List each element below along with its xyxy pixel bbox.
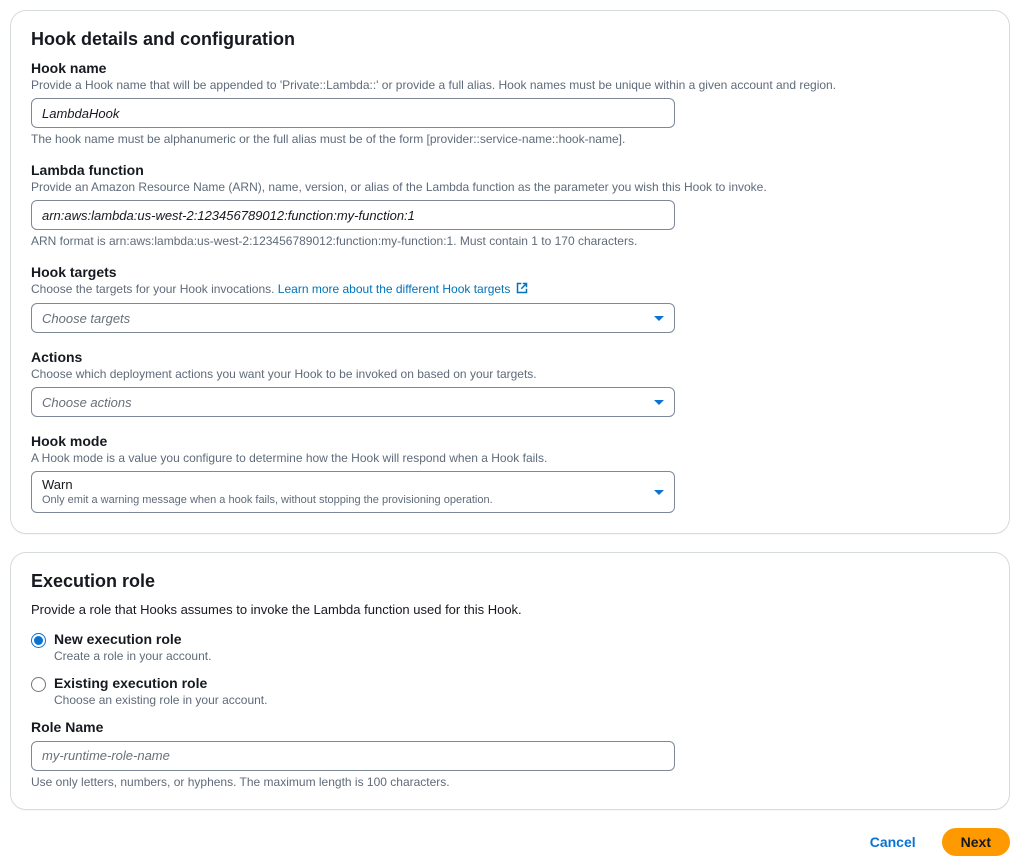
lambda-function-desc: Provide an Amazon Resource Name (ARN), n… (31, 180, 989, 194)
chevron-down-icon (654, 316, 664, 321)
hook-mode-desc: A Hook mode is a value you configure to … (31, 451, 989, 465)
panel2-desc: Provide a role that Hooks assumes to inv… (31, 602, 989, 617)
role-name-input[interactable] (31, 741, 675, 771)
hook-targets-link-text: Learn more about the different Hook targ… (278, 282, 511, 296)
hook-mode-selected: Warn (42, 477, 646, 493)
cancel-button[interactable]: Cancel (854, 828, 932, 856)
actions-placeholder: Choose actions (42, 395, 132, 410)
hook-targets-learn-more-link[interactable]: Learn more about the different Hook targ… (278, 282, 528, 296)
lambda-function-help: ARN format is arn:aws:lambda:us-west-2:1… (31, 234, 989, 248)
actions-desc: Choose which deployment actions you want… (31, 367, 989, 381)
button-row: Cancel Next (10, 828, 1010, 856)
new-execution-role-label: New execution role (54, 631, 211, 648)
existing-execution-role-radio[interactable] (31, 677, 46, 692)
hook-mode-label: Hook mode (31, 433, 989, 449)
execution-role-panel: Execution role Provide a role that Hooks… (10, 552, 1010, 810)
hook-mode-field: Hook mode A Hook mode is a value you con… (31, 433, 989, 513)
hook-targets-placeholder: Choose targets (42, 311, 130, 326)
hook-targets-desc: Choose the targets for your Hook invocat… (31, 282, 989, 297)
hook-targets-field: Hook targets Choose the targets for your… (31, 264, 989, 333)
lambda-function-field: Lambda function Provide an Amazon Resour… (31, 162, 989, 248)
chevron-down-icon (654, 490, 664, 495)
new-execution-role-desc: Create a role in your account. (54, 649, 211, 663)
hook-targets-desc-text: Choose the targets for your Hook invocat… (31, 282, 278, 296)
hook-targets-label: Hook targets (31, 264, 989, 280)
external-link-icon (516, 282, 528, 297)
new-execution-role-radio[interactable] (31, 633, 46, 648)
hook-targets-select[interactable]: Choose targets (31, 303, 675, 333)
actions-field: Actions Choose which deployment actions … (31, 349, 989, 417)
hook-name-field: Hook name Provide a Hook name that will … (31, 60, 989, 146)
hook-name-label: Hook name (31, 60, 989, 76)
lambda-function-label: Lambda function (31, 162, 989, 178)
hook-mode-selected-sub: Only emit a warning message when a hook … (42, 494, 646, 507)
role-name-field: Role Name Use only letters, numbers, or … (31, 719, 989, 789)
role-name-label: Role Name (31, 719, 989, 735)
new-execution-role-option[interactable]: New execution role Create a role in your… (31, 631, 989, 663)
hook-mode-select[interactable]: Warn Only emit a warning message when a … (31, 471, 675, 513)
existing-execution-role-option[interactable]: Existing execution role Choose an existi… (31, 675, 989, 707)
actions-select[interactable]: Choose actions (31, 387, 675, 417)
hook-name-desc: Provide a Hook name that will be appende… (31, 78, 989, 92)
hook-details-panel: Hook details and configuration Hook name… (10, 10, 1010, 534)
next-button[interactable]: Next (942, 828, 1010, 856)
actions-label: Actions (31, 349, 989, 365)
chevron-down-icon (654, 400, 664, 405)
role-name-help: Use only letters, numbers, or hyphens. T… (31, 775, 989, 789)
existing-execution-role-label: Existing execution role (54, 675, 267, 692)
panel2-title: Execution role (31, 571, 989, 592)
hook-name-input[interactable] (31, 98, 675, 128)
panel1-title: Hook details and configuration (31, 29, 989, 50)
lambda-function-input[interactable] (31, 200, 675, 230)
hook-name-help: The hook name must be alphanumeric or th… (31, 132, 989, 146)
